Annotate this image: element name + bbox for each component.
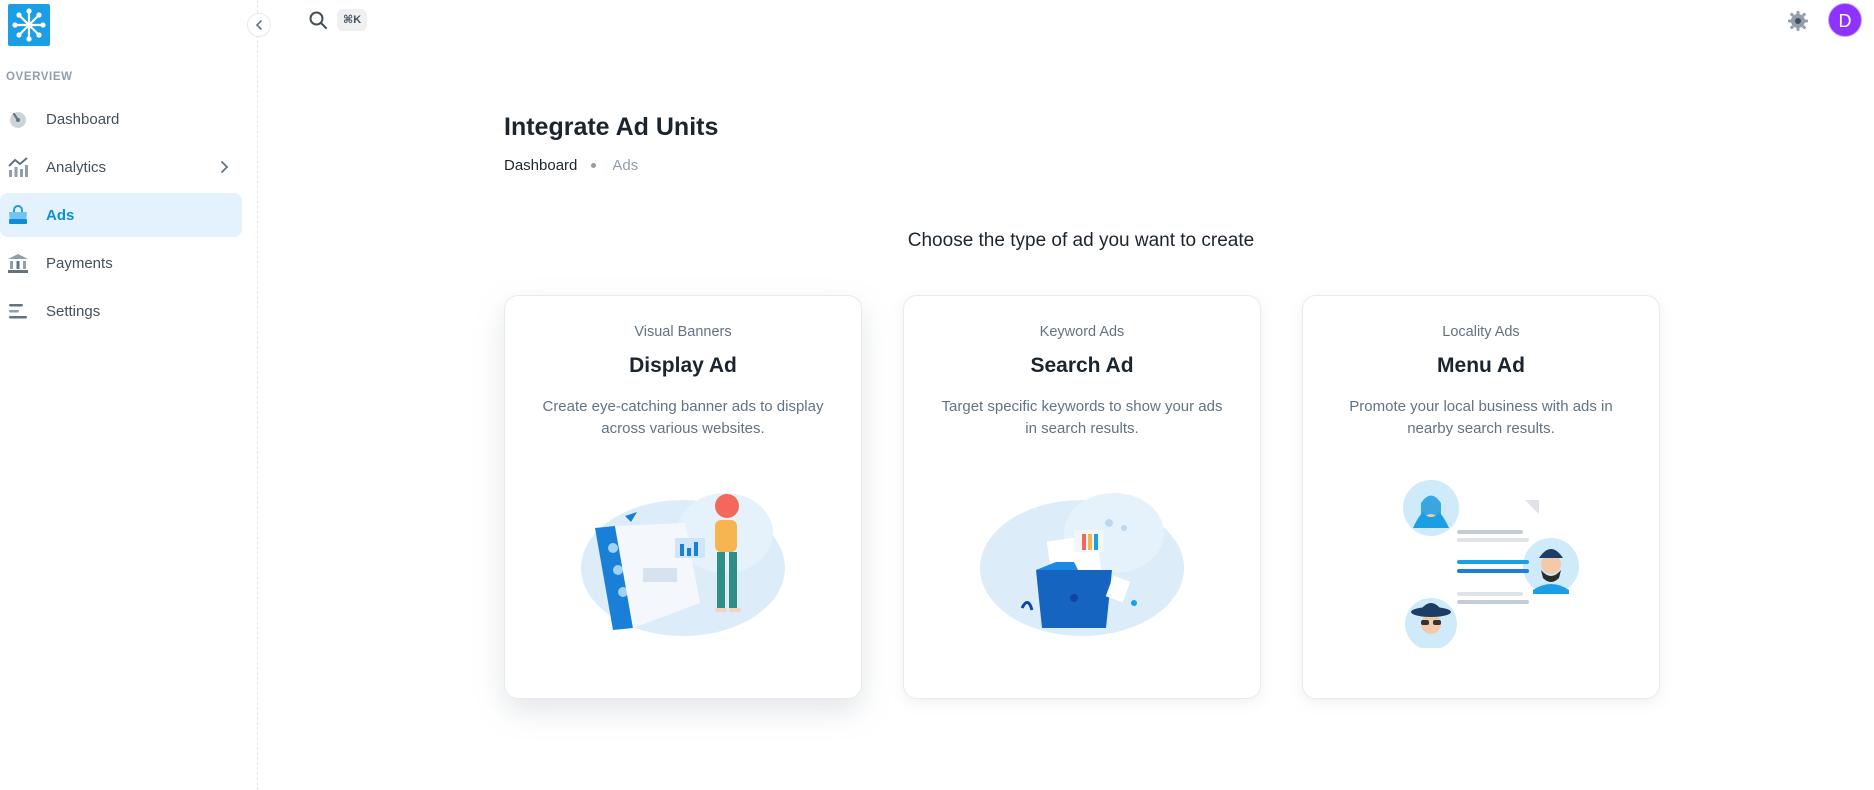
card-description: Target specific keywords to show your ad… <box>941 398 1223 437</box>
page-title: Integrate Ad Units <box>504 113 719 141</box>
card-title: Menu Ad <box>1437 354 1525 377</box>
page-subtitle: Choose the type of ad you want to create <box>907 230 1255 251</box>
sidebar-item-label: Payments <box>46 254 113 272</box>
sidebar-item-payments[interactable]: Payments <box>0 241 242 285</box>
sidebar-item-settings[interactable]: Settings <box>0 289 242 333</box>
card-title: Display Ad <box>629 354 737 377</box>
app-logo[interactable] <box>8 4 50 46</box>
card-eyebrow: Locality Ads <box>1442 324 1520 340</box>
card-title: Search Ad <box>1030 354 1134 377</box>
breadcrumb: Dashboard Ads <box>504 157 638 174</box>
card-eyebrow: Keyword Ads <box>1039 324 1125 340</box>
payments-bank-icon <box>7 252 29 274</box>
breadcrumb-link-dashboard[interactable]: Dashboard <box>504 157 577 174</box>
sidebar-item-label: Ads <box>46 206 75 224</box>
analytics-chart-icon <box>7 156 29 178</box>
display-ad-card[interactable]: Visual Banners Display Ad Create eye-cat… <box>504 295 862 699</box>
card-eyebrow: Visual Banners <box>634 324 732 340</box>
user-avatar[interactable]: D <box>1828 3 1862 37</box>
search-ad-illustration <box>980 493 1184 636</box>
sidebar-item-label: Dashboard <box>46 110 120 128</box>
breadcrumb-separator <box>591 163 597 168</box>
search-shortcut-badge[interactable]: ⌘K <box>337 9 368 31</box>
sidebar-item-label: Settings <box>46 302 101 320</box>
sidebar-item-dashboard[interactable]: Dashboard <box>0 97 242 141</box>
sidebar-collapse-button[interactable] <box>247 13 271 37</box>
ads-bag-icon <box>7 204 29 226</box>
settings-sliders-icon <box>7 300 29 322</box>
sidebar-item-analytics[interactable]: Analytics <box>0 145 242 189</box>
sidebar-nav: Dashboard Analytics Ads Payments Setting… <box>0 97 242 337</box>
sidebar-item-label: Analytics <box>46 158 107 176</box>
card-description: Create eye-catching banner ads to displa… <box>542 398 824 437</box>
display-ad-illustration <box>581 493 785 636</box>
breadcrumb-current: Ads <box>612 157 639 174</box>
chevron-right-icon <box>221 161 229 173</box>
dashboard-gauge-icon <box>7 108 29 130</box>
chevron-left-icon <box>255 20 262 30</box>
search-ad-card[interactable]: Keyword Ads Search Ad Target specific ke… <box>903 295 1261 699</box>
menu-ad-card[interactable]: Locality Ads Menu Ad Promote your local … <box>1302 295 1660 699</box>
nav-section-label: OVERVIEW <box>6 71 73 83</box>
card-description: Promote your local business with ads in … <box>1349 398 1613 437</box>
sidebar-item-ads[interactable]: Ads <box>0 193 242 237</box>
menu-ad-illustration <box>1403 480 1579 648</box>
search-icon[interactable] <box>308 10 328 30</box>
sidebar: OVERVIEW Dashboard Analytics Ads Payment… <box>0 0 258 790</box>
gear-icon[interactable] <box>1786 9 1810 33</box>
snowflake-logo-icon <box>12 8 46 42</box>
